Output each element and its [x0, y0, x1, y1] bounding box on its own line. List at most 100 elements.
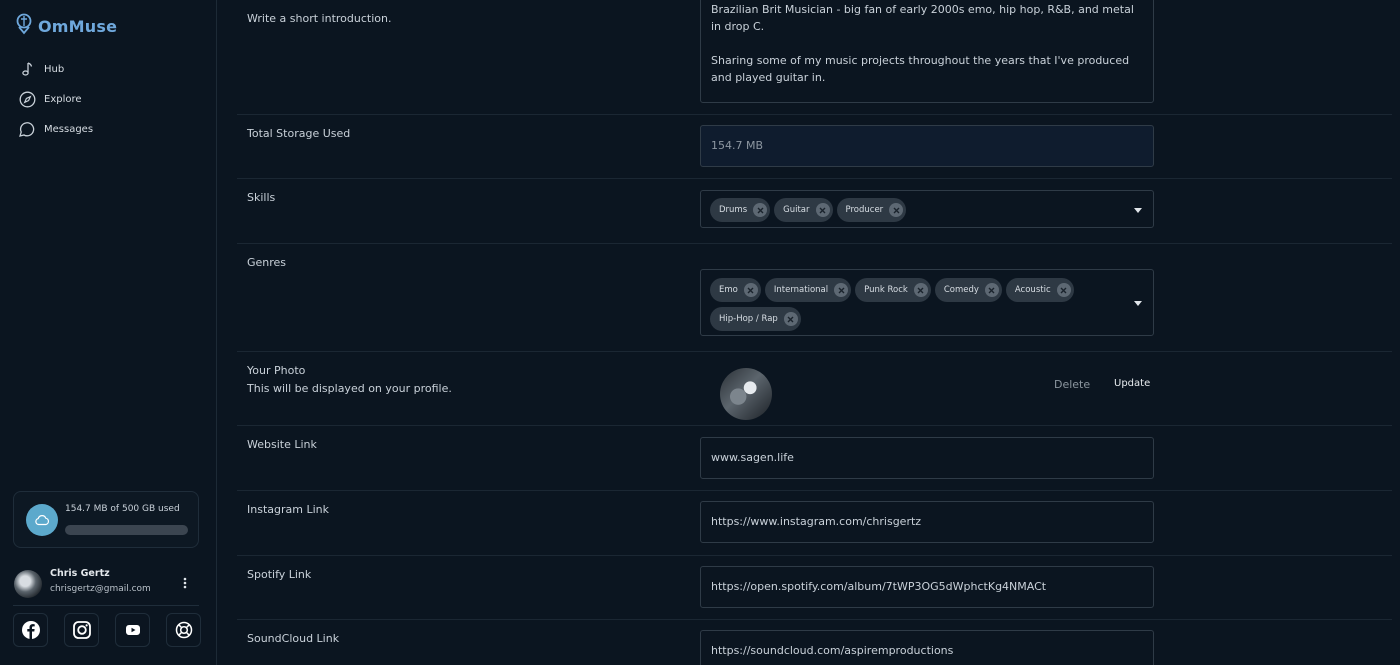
- chip-label: Punk Rock: [864, 285, 908, 295]
- social-links: [13, 613, 201, 647]
- photo-label: Your Photo: [247, 364, 306, 377]
- logo-icon: [14, 13, 34, 39]
- profile-photo: [720, 368, 772, 420]
- sidebar-item-label: Explore: [44, 93, 82, 105]
- chip-punk-rock: Punk Rock: [855, 278, 931, 302]
- website-label: Website Link: [247, 438, 317, 451]
- bio-line-1: Brazilian Brit Musician - big fan of ear…: [711, 3, 1134, 33]
- genres-label: Genres: [247, 256, 287, 269]
- sidebar-item-messages[interactable]: Messages: [18, 114, 93, 144]
- bio-row: Write a short introduction. Brazilian Br…: [237, 0, 1392, 115]
- soundcloud-row: SoundCloud Link https://soundcloud.com/a…: [237, 620, 1392, 665]
- chip-international: International: [764, 278, 852, 302]
- more-vertical-icon: [183, 577, 187, 589]
- chip-emo: Emo: [710, 278, 761, 302]
- remove-chip-icon[interactable]: [984, 283, 999, 297]
- youtube-button[interactable]: [115, 613, 150, 647]
- music-note-icon: [18, 60, 36, 78]
- instagram-button[interactable]: [64, 613, 99, 647]
- user-name: Chris Gertz: [50, 568, 110, 579]
- photo-sublabel: This will be displayed on your profile.: [247, 382, 452, 395]
- avatar[interactable]: [14, 570, 42, 598]
- chip-drums: Drums: [710, 198, 771, 222]
- storage-field: 154.7 MB: [700, 125, 1154, 167]
- cloud-icon: [26, 504, 58, 536]
- sidebar: OmMuse Hub Explore Messages 154.7 MB of …: [0, 0, 217, 665]
- chip-comedy: Comedy: [934, 278, 1002, 302]
- instagram-row: Instagram Link https://www.instagram.com…: [237, 491, 1392, 556]
- sidebar-item-explore[interactable]: Explore: [18, 84, 93, 114]
- skills-chips: Drums Guitar Producer: [710, 198, 1130, 222]
- website-value: www.sagen.life: [711, 451, 794, 464]
- storage-progress-bar: [65, 525, 188, 535]
- remove-chip-icon[interactable]: [1056, 283, 1071, 297]
- chip-acoustic: Acoustic: [1005, 278, 1074, 302]
- genres-multiselect[interactable]: Emo International Punk Rock Comedy Acous…: [700, 269, 1154, 336]
- photo-row: Your Photo This will be displayed on you…: [237, 352, 1392, 426]
- storage-usage-text: 154.7 MB of 500 GB used: [65, 504, 180, 514]
- storage-label: Total Storage Used: [247, 127, 351, 140]
- skills-row: Skills Drums Guitar Producer: [237, 179, 1392, 244]
- chat-icon: [18, 120, 36, 138]
- remove-chip-icon[interactable]: [913, 283, 928, 297]
- chevron-down-icon[interactable]: [1134, 301, 1142, 306]
- bio-text: Brazilian Brit Musician - big fan of ear…: [711, 1, 1141, 102]
- divider: [13, 605, 199, 606]
- remove-chip-icon[interactable]: [753, 203, 768, 217]
- profile-settings-form: Write a short introduction. Brazilian Br…: [217, 0, 1400, 665]
- chip-hip-hop-rap: Hip-Hop / Rap: [710, 307, 801, 331]
- remove-chip-icon[interactable]: [889, 203, 904, 217]
- spotify-row: Spotify Link https://open.spotify.com/al…: [237, 556, 1392, 620]
- spotify-label: Spotify Link: [247, 568, 312, 581]
- delete-photo-button[interactable]: Delete: [1054, 378, 1090, 391]
- spotify-input[interactable]: https://open.spotify.com/album/7tWP3OG5d…: [700, 566, 1154, 608]
- genres-row: Genres Emo International Punk Rock Comed…: [237, 244, 1392, 352]
- website-input[interactable]: www.sagen.life: [700, 437, 1154, 479]
- storage-card: 154.7 MB of 500 GB used: [13, 491, 199, 548]
- chip-label: Drums: [719, 205, 748, 215]
- compass-icon: [18, 90, 36, 108]
- chip-label: Acoustic: [1014, 285, 1051, 295]
- instagram-value: https://www.instagram.com/chrisgertz: [711, 515, 922, 528]
- bio-textarea[interactable]: Brazilian Brit Musician - big fan of ear…: [700, 0, 1154, 103]
- soundcloud-value: https://soundcloud.com/aspiremproduction…: [711, 644, 954, 657]
- app-name: OmMuse: [38, 16, 118, 36]
- chip-label: Comedy: [943, 285, 979, 295]
- user-profile: Chris Gertz chrisgertz@gmail.com: [14, 566, 198, 602]
- sidebar-item-hub[interactable]: Hub: [18, 54, 93, 84]
- app-logo[interactable]: OmMuse: [14, 13, 117, 39]
- facebook-button[interactable]: [13, 613, 48, 647]
- storage-row: Total Storage Used 154.7 MB: [237, 115, 1392, 179]
- user-email: chrisgertz@gmail.com: [50, 584, 151, 594]
- spotify-value: https://open.spotify.com/album/7tWP3OG5d…: [711, 580, 1047, 593]
- update-photo-button[interactable]: Update: [1114, 378, 1150, 389]
- soundcloud-input[interactable]: https://soundcloud.com/aspiremproduction…: [700, 630, 1154, 665]
- chip-label: Guitar: [783, 205, 810, 215]
- sidebar-nav: Hub Explore Messages: [18, 54, 93, 144]
- remove-chip-icon[interactable]: [743, 283, 758, 297]
- genres-chips: Emo International Punk Rock Comedy Acous…: [710, 278, 1130, 331]
- sidebar-item-label: Messages: [44, 123, 94, 135]
- chevron-down-icon[interactable]: [1134, 208, 1142, 213]
- user-menu-button[interactable]: [178, 574, 192, 592]
- facebook-icon: [21, 621, 40, 639]
- skills-multiselect[interactable]: Drums Guitar Producer: [700, 190, 1154, 228]
- bio-line-2: Sharing some of my music projects throug…: [711, 54, 1130, 84]
- chip-producer: Producer: [836, 198, 907, 222]
- lifebuoy-icon: [175, 621, 192, 639]
- chip-label: Emo: [719, 285, 738, 295]
- remove-chip-icon[interactable]: [783, 312, 798, 326]
- skills-label: Skills: [247, 191, 276, 204]
- instagram-label: Instagram Link: [247, 503, 329, 516]
- youtube-icon: [125, 625, 140, 635]
- storage-value: 154.7 MB: [711, 139, 764, 152]
- remove-chip-icon[interactable]: [834, 283, 849, 297]
- help-button[interactable]: [166, 613, 201, 647]
- instagram-icon: [72, 621, 91, 639]
- chip-label: Producer: [845, 205, 884, 215]
- soundcloud-label: SoundCloud Link: [247, 632, 340, 645]
- instagram-input[interactable]: https://www.instagram.com/chrisgertz: [700, 501, 1154, 543]
- website-row: Website Link www.sagen.life: [237, 426, 1392, 491]
- remove-chip-icon[interactable]: [815, 203, 830, 217]
- chip-label: International: [773, 285, 829, 295]
